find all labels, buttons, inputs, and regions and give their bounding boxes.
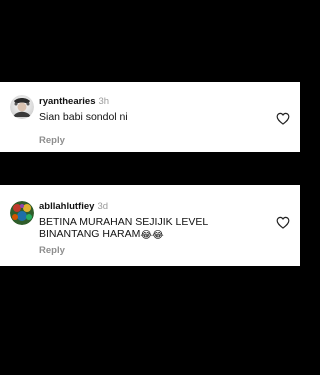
laughing-emoji-icon: 😂 bbox=[152, 230, 164, 241]
comment-text: BETINA MURAHAN SEJIJIK LEVEL BINANTANG H… bbox=[39, 216, 208, 240]
profile-photo-icon bbox=[10, 95, 34, 119]
laughing-emoji-icon: 😂 bbox=[140, 230, 153, 241]
comment-card-2: abllahlutfiey 3d BETINA MURAHAN SEJIJIK L… bbox=[0, 185, 300, 266]
username[interactable]: ryanthearies bbox=[39, 96, 96, 107]
username[interactable]: abllahlutfiey bbox=[39, 201, 94, 212]
heart-outline-icon[interactable] bbox=[276, 112, 290, 125]
profile-photo-icon bbox=[10, 201, 34, 225]
comment-text-block: BETINA MURAHAN SEJIJIK LEVEL BINANTANG H… bbox=[39, 216, 254, 241]
heart-outline-icon[interactable] bbox=[276, 216, 290, 229]
screenshot-canvas: ryanthearies 3h Sian babi sondol ni Reply… bbox=[0, 0, 300, 375]
avatar[interactable] bbox=[10, 201, 34, 225]
comment-card-1: ryanthearies 3h Sian babi sondol ni Reply bbox=[0, 82, 300, 152]
comment-text: Sian babi sondol ni bbox=[39, 111, 128, 123]
timestamp: 3h bbox=[98, 96, 110, 107]
reply-button[interactable]: Reply bbox=[39, 135, 65, 147]
comment-meta: ryanthearies 3h bbox=[39, 96, 109, 108]
reply-button[interactable]: Reply bbox=[39, 245, 65, 257]
comment-meta: abllahlutfiey 3d bbox=[39, 201, 108, 213]
avatar[interactable] bbox=[10, 95, 34, 119]
timestamp: 3d bbox=[97, 201, 109, 212]
